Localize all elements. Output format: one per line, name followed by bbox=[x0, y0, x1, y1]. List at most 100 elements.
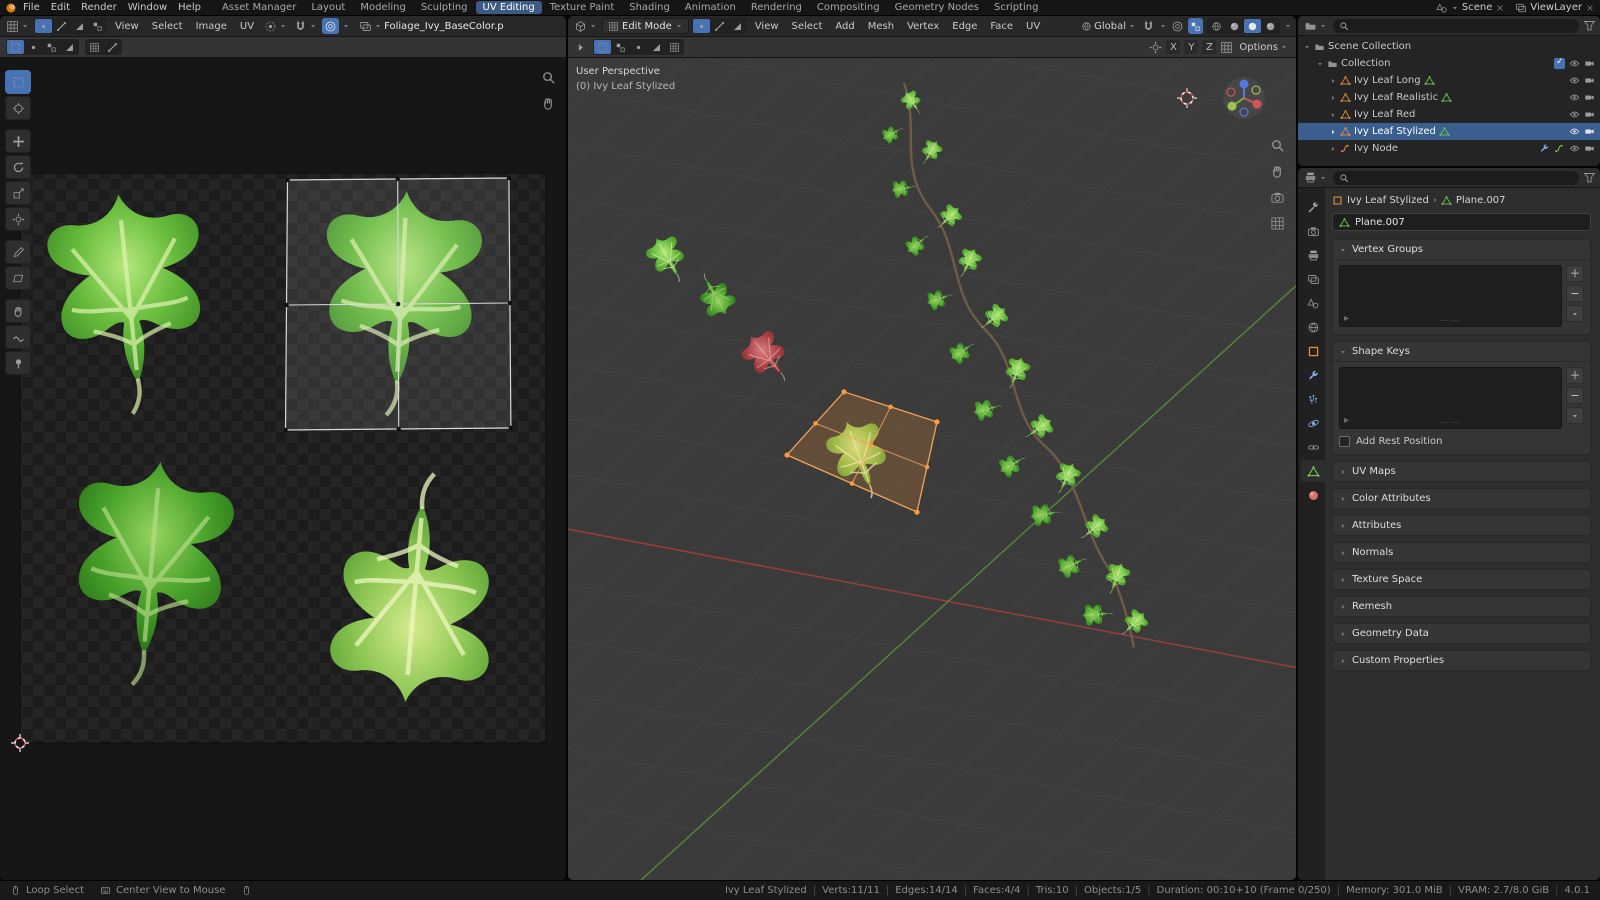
transform-tool[interactable] bbox=[5, 207, 31, 231]
uv-select-island-button[interactable] bbox=[89, 19, 106, 33]
outliner-row-scene-collection[interactable]: Scene Collection bbox=[1298, 38, 1600, 55]
camera-view-icon[interactable] bbox=[1270, 190, 1285, 205]
edge-select-button[interactable] bbox=[711, 19, 728, 33]
face-select-button[interactable] bbox=[729, 19, 746, 33]
pan-hand-icon[interactable] bbox=[541, 96, 556, 111]
relax-tool[interactable] bbox=[5, 325, 31, 349]
editor-type-button[interactable] bbox=[1302, 170, 1329, 186]
tool-option-button[interactable] bbox=[648, 40, 665, 54]
wireframe-shading-button[interactable] bbox=[1208, 19, 1225, 33]
chevron-down-icon[interactable] bbox=[342, 22, 350, 30]
vp-menu-select[interactable]: Select bbox=[787, 20, 828, 33]
uv-menu-view[interactable]: View bbox=[110, 20, 144, 33]
tool-option-button[interactable] bbox=[630, 40, 647, 54]
mode-dropdown[interactable]: Edit Mode bbox=[602, 18, 689, 34]
tool-option-button[interactable] bbox=[666, 40, 683, 54]
tool-option-button[interactable] bbox=[612, 40, 629, 54]
zoom-icon[interactable] bbox=[1270, 138, 1285, 153]
hide-eye-icon[interactable] bbox=[1569, 58, 1580, 69]
hide-eye-icon[interactable] bbox=[1569, 143, 1580, 154]
filter-icon[interactable] bbox=[1583, 171, 1596, 184]
outliner-row-collection[interactable]: Collection bbox=[1298, 55, 1600, 72]
vp-menu-face[interactable]: Face bbox=[985, 20, 1018, 33]
uv-menu-select[interactable]: Select bbox=[147, 20, 188, 33]
active-tool-icon[interactable] bbox=[574, 41, 587, 54]
editor-type-button[interactable] bbox=[1302, 18, 1329, 34]
remove-vertex-group-button[interactable]: − bbox=[1566, 285, 1584, 302]
outliner-row-object[interactable]: Ivy Leaf Red bbox=[1298, 106, 1600, 123]
menu-window[interactable]: Window bbox=[123, 1, 172, 14]
uv-select-vertex-button[interactable] bbox=[35, 19, 52, 33]
add-shape-key-button[interactable]: ＋ bbox=[1566, 367, 1584, 384]
shear-tool[interactable] bbox=[5, 266, 31, 290]
constraint-properties-tab[interactable] bbox=[1301, 436, 1325, 458]
world-properties-tab[interactable] bbox=[1301, 316, 1325, 338]
tab-sculpting[interactable]: Sculpting bbox=[414, 1, 475, 14]
image-selector[interactable]: Foliage_Ivy_BaseColor.p bbox=[357, 18, 562, 34]
scene-selector[interactable]: Scene bbox=[1436, 2, 1506, 14]
hide-eye-icon[interactable] bbox=[1569, 109, 1580, 120]
render-properties-tab[interactable] bbox=[1301, 220, 1325, 242]
uv-menu-uv[interactable]: UV bbox=[235, 20, 259, 33]
scale-tool[interactable] bbox=[5, 181, 31, 205]
expand-icon[interactable] bbox=[1329, 94, 1337, 102]
editor-type-button[interactable] bbox=[4, 18, 31, 34]
grab-tool[interactable] bbox=[5, 299, 31, 323]
snap-button[interactable] bbox=[292, 18, 319, 34]
outliner-row-object[interactable]: Ivy Leaf Long bbox=[1298, 72, 1600, 89]
color-attributes-panel-header[interactable]: Color Attributes bbox=[1333, 489, 1590, 508]
unlink-icon[interactable] bbox=[1585, 3, 1595, 13]
disable-render-icon[interactable] bbox=[1584, 75, 1595, 86]
hide-eye-icon[interactable] bbox=[1569, 92, 1580, 103]
viewlayer-selector[interactable]: ViewLayer bbox=[1515, 2, 1595, 14]
pin-tool[interactable] bbox=[5, 351, 31, 375]
vp-menu-vertex[interactable]: Vertex bbox=[902, 20, 944, 33]
expand-icon[interactable] bbox=[1329, 111, 1337, 119]
proportional-editing-icon[interactable] bbox=[1171, 20, 1184, 33]
geometry-data-panel-header[interactable]: Geometry Data bbox=[1333, 624, 1590, 643]
sticky-mode-button[interactable] bbox=[25, 40, 42, 54]
proportional-editing-toggle[interactable] bbox=[322, 18, 340, 34]
mirror-x-toggle[interactable]: X bbox=[1166, 40, 1181, 54]
rotate-tool[interactable] bbox=[5, 155, 31, 179]
disable-render-icon[interactable] bbox=[1584, 58, 1595, 69]
cursor-tool[interactable] bbox=[5, 96, 31, 120]
unlink-icon[interactable] bbox=[1495, 3, 1505, 13]
vertex-groups-list[interactable]: ▸ ⋯⋯ bbox=[1339, 265, 1562, 327]
menu-render[interactable]: Render bbox=[76, 1, 122, 14]
properties-search-input[interactable] bbox=[1333, 170, 1579, 185]
blender-logo-icon[interactable] bbox=[5, 2, 17, 14]
normals-panel-header[interactable]: Normals bbox=[1333, 543, 1590, 562]
material-properties-tab[interactable] bbox=[1301, 484, 1325, 506]
tool-properties-tab[interactable] bbox=[1301, 196, 1325, 218]
vp-menu-edge[interactable]: Edge bbox=[947, 20, 982, 33]
uv-canvas[interactable] bbox=[0, 58, 566, 880]
mirror-icon[interactable] bbox=[1149, 40, 1163, 54]
expand-icon[interactable] bbox=[1329, 145, 1337, 153]
outliner-row-object[interactable]: Ivy Leaf Realistic bbox=[1298, 89, 1600, 106]
move-tool[interactable] bbox=[5, 129, 31, 153]
expand-icon[interactable] bbox=[1316, 60, 1324, 68]
tab-animation[interactable]: Animation bbox=[678, 1, 743, 14]
breadcrumb-object[interactable]: Ivy Leaf Stylized bbox=[1347, 195, 1429, 206]
vp-menu-view[interactable]: View bbox=[750, 20, 784, 33]
expand-icon[interactable] bbox=[1303, 43, 1311, 51]
expand-icon[interactable] bbox=[1329, 128, 1337, 136]
sticky-mode-button[interactable] bbox=[43, 40, 60, 54]
hide-eye-icon[interactable] bbox=[1569, 75, 1580, 86]
modifier-properties-tab[interactable] bbox=[1301, 364, 1325, 386]
tool-option-button[interactable] bbox=[594, 40, 611, 54]
hide-eye-icon[interactable] bbox=[1569, 126, 1580, 137]
vertex-group-specials-button[interactable] bbox=[1566, 305, 1584, 322]
zoom-icon[interactable] bbox=[541, 70, 556, 85]
outliner-row-object-selected[interactable]: Ivy Leaf Stylized bbox=[1298, 123, 1600, 140]
tab-geometry-nodes[interactable]: Geometry Nodes bbox=[888, 1, 986, 14]
outliner-search-input[interactable] bbox=[1333, 18, 1579, 33]
sticky-mode-button[interactable] bbox=[61, 40, 78, 54]
disable-render-icon[interactable] bbox=[1584, 143, 1595, 154]
collection-checkbox[interactable] bbox=[1554, 57, 1565, 69]
vertex-groups-panel-header[interactable]: Vertex Groups bbox=[1333, 240, 1590, 259]
ortho-toggle-icon[interactable] bbox=[1270, 216, 1285, 231]
solid-shading-button[interactable] bbox=[1226, 19, 1243, 33]
annotate-tool[interactable] bbox=[5, 240, 31, 264]
